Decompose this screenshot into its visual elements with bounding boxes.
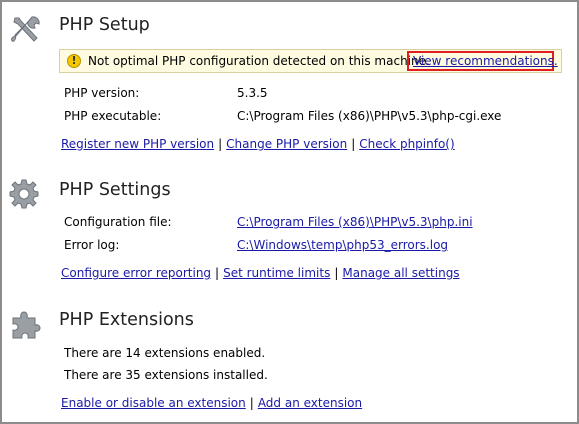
php-executable-label: PHP executable: [64, 109, 162, 123]
extensions-enabled-text: There are 14 extensions enabled. [64, 346, 266, 360]
separator: | [351, 137, 356, 151]
error-log-link[interactable]: C:\Windows\temp\php53_errors.log [237, 238, 448, 252]
separator: | [218, 137, 223, 151]
config-file-label: Configuration file: [64, 215, 172, 229]
php-settings-title: PHP Settings [59, 180, 171, 200]
separator: | [249, 396, 254, 410]
config-warning-bar: ! Not optimal PHP configuration detected… [59, 49, 562, 73]
settings-actions: Configure error reporting | Set runtime li… [61, 266, 460, 280]
recommendations-highlight: View recommendations. [407, 51, 558, 71]
warning-message: Not optimal PHP configuration detected o… [88, 54, 430, 68]
php-executable-value: C:\Program Files (x86)\PHP\v5.3\php-cgi.… [237, 109, 502, 123]
register-php-version-link[interactable]: Register new PHP version [61, 137, 214, 151]
php-setup-title: PHP Setup [59, 15, 150, 35]
separator: | [334, 266, 339, 280]
warning-icon: ! [67, 54, 81, 68]
view-recommendations-link[interactable]: View recommendations. [413, 54, 558, 68]
change-php-version-link[interactable]: Change PHP version [226, 137, 347, 151]
config-file-link[interactable]: C:\Program Files (x86)\PHP\v5.3\php.ini [237, 215, 473, 229]
error-log-label: Error log: [64, 238, 120, 252]
extensions-installed-text: There are 35 extensions installed. [64, 368, 268, 382]
set-runtime-limits-link[interactable]: Set runtime limits [223, 266, 330, 280]
php-version-value: 5.3.5 [237, 86, 268, 100]
extensions-actions: Enable or disable an extension | Add an ex… [61, 396, 362, 410]
gear-icon [9, 179, 39, 209]
separator: | [215, 266, 220, 280]
add-extension-link[interactable]: Add an extension [258, 396, 362, 410]
php-version-label: PHP version: [64, 86, 140, 100]
puzzle-icon [12, 311, 41, 339]
php-manager-panel: PHP Setup ! Not optimal PHP configuratio… [0, 0, 579, 424]
enable-disable-extension-link[interactable]: Enable or disable an extension [61, 396, 246, 410]
tools-icon [11, 16, 40, 42]
check-phpinfo-link[interactable]: Check phpinfo() [359, 137, 454, 151]
php-extensions-title: PHP Extensions [59, 310, 194, 330]
configure-error-reporting-link[interactable]: Configure error reporting [61, 266, 211, 280]
manage-all-settings-link[interactable]: Manage all settings [342, 266, 459, 280]
setup-actions: Register new PHP version | Change PHP vers… [61, 137, 455, 151]
